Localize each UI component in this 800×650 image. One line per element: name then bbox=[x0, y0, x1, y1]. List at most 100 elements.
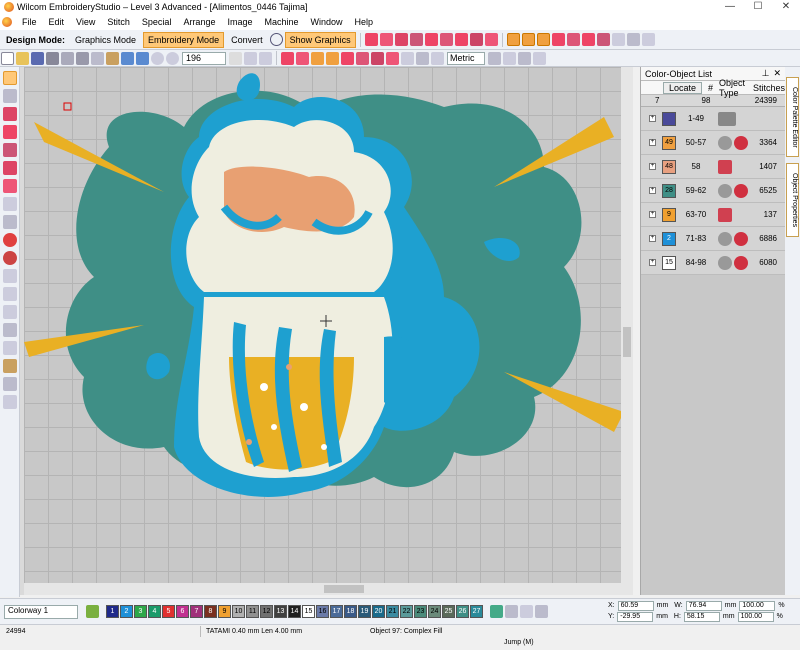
settings-icon[interactable] bbox=[488, 51, 501, 65]
maximize-button[interactable]: ☐ bbox=[744, 0, 772, 14]
stitch-type-icon[interactable] bbox=[469, 33, 483, 46]
3d-icon[interactable] bbox=[611, 33, 625, 46]
document-icon[interactable] bbox=[2, 17, 12, 27]
color-chip[interactable]: 23 bbox=[414, 605, 427, 618]
digitize-icon[interactable] bbox=[3, 161, 17, 175]
expand-icon[interactable]: + bbox=[649, 139, 656, 146]
zoom-out-icon[interactable] bbox=[166, 51, 179, 65]
color-chip[interactable]: 18 bbox=[344, 605, 357, 618]
effect-icon[interactable] bbox=[626, 33, 640, 46]
appliqué-icon[interactable] bbox=[3, 359, 17, 373]
color-chip[interactable]: 21 bbox=[386, 605, 399, 618]
palette-icon[interactable] bbox=[505, 605, 518, 618]
palette-icon[interactable] bbox=[520, 605, 533, 618]
redo-icon[interactable] bbox=[136, 51, 149, 65]
digitize-icon[interactable] bbox=[3, 179, 17, 193]
arc-icon[interactable] bbox=[3, 251, 17, 265]
close-button[interactable]: ✕ bbox=[772, 0, 800, 14]
shape-icon[interactable] bbox=[3, 323, 17, 337]
convert-button[interactable]: Convert bbox=[226, 32, 268, 48]
fill-type-icon[interactable] bbox=[521, 33, 535, 46]
minimize-button[interactable]: — bbox=[716, 0, 744, 14]
cut-icon[interactable] bbox=[76, 51, 89, 65]
view-fills-icon[interactable] bbox=[311, 51, 324, 65]
x-field[interactable]: 60.59 bbox=[617, 600, 654, 611]
lettering-icon[interactable] bbox=[3, 269, 17, 283]
shape-icon[interactable] bbox=[3, 197, 17, 211]
color-chip[interactable]: 2 bbox=[120, 605, 133, 618]
monogram-icon[interactable] bbox=[3, 305, 17, 319]
colorway-select[interactable]: Colorway 1 bbox=[4, 604, 78, 619]
y-field[interactable]: -29.95 bbox=[617, 611, 654, 622]
print-icon[interactable] bbox=[46, 51, 59, 65]
color-chip[interactable]: 14 bbox=[288, 605, 301, 618]
view-outlines-icon[interactable] bbox=[326, 51, 339, 65]
menu-window[interactable]: Window bbox=[305, 17, 349, 27]
view-stitches-icon[interactable] bbox=[281, 51, 294, 65]
color-chip[interactable]: 5 bbox=[162, 605, 175, 618]
select-arrow-icon[interactable] bbox=[3, 71, 17, 85]
color-object-row[interactable]: + 49 50-57 3364 bbox=[641, 131, 785, 155]
reshape-icon[interactable] bbox=[3, 89, 17, 103]
menu-image[interactable]: Image bbox=[221, 17, 258, 27]
color-object-row[interactable]: + 9 63-70 137 bbox=[641, 203, 785, 227]
undo-icon[interactable] bbox=[121, 51, 134, 65]
digitize-icon[interactable] bbox=[3, 107, 17, 121]
add-color-icon[interactable] bbox=[490, 605, 503, 618]
color-chip[interactable]: 12 bbox=[260, 605, 273, 618]
open-folder-icon[interactable] bbox=[16, 51, 29, 65]
menu-stitch[interactable]: Stitch bbox=[101, 17, 136, 27]
copy-icon[interactable] bbox=[91, 51, 104, 65]
palette-icon[interactable] bbox=[535, 605, 548, 618]
settings-icon[interactable] bbox=[518, 51, 531, 65]
team-names-icon[interactable] bbox=[3, 287, 17, 301]
locate-button[interactable]: Locate bbox=[663, 81, 703, 94]
color-chip[interactable]: 10 bbox=[232, 605, 245, 618]
preview-icon[interactable] bbox=[61, 51, 74, 65]
pattern-icon[interactable] bbox=[3, 377, 17, 391]
color-chip[interactable]: 4 bbox=[148, 605, 161, 618]
expand-icon[interactable]: + bbox=[649, 235, 656, 242]
units-select[interactable]: Metric bbox=[447, 51, 485, 65]
color-object-row[interactable]: + 1-49 bbox=[641, 107, 785, 131]
pattern-icon[interactable] bbox=[3, 395, 17, 409]
color-object-row[interactable]: + 15 84-98 6080 bbox=[641, 251, 785, 275]
color-chip[interactable]: 16 bbox=[316, 605, 329, 618]
color-object-row[interactable]: + 48 58 1407 bbox=[641, 155, 785, 179]
view-icon[interactable] bbox=[356, 51, 369, 65]
color-chip[interactable]: 20 bbox=[372, 605, 385, 618]
stitch-type-icon[interactable] bbox=[379, 33, 393, 46]
digitize-icon[interactable] bbox=[3, 125, 17, 139]
color-chip[interactable]: 25 bbox=[442, 605, 455, 618]
color-chip[interactable]: 6 bbox=[176, 605, 189, 618]
color-chip[interactable]: 9 bbox=[218, 605, 231, 618]
menu-machine[interactable]: Machine bbox=[258, 17, 304, 27]
width-percent-field[interactable]: 100.00 bbox=[739, 600, 776, 611]
stitch-type-icon[interactable] bbox=[439, 33, 453, 46]
color-object-row[interactable]: + 2 71-83 6886 bbox=[641, 227, 785, 251]
color-chip[interactable]: 7 bbox=[190, 605, 203, 618]
vertical-scrollbar[interactable] bbox=[621, 67, 633, 595]
graphics-mode-button[interactable]: Graphics Mode bbox=[70, 32, 141, 48]
view-icon[interactable] bbox=[431, 51, 444, 65]
expand-icon[interactable]: + bbox=[649, 115, 656, 122]
view-icon[interactable] bbox=[341, 51, 354, 65]
color-chip[interactable]: 17 bbox=[330, 605, 343, 618]
view-icon[interactable] bbox=[401, 51, 414, 65]
zoom-level-input[interactable]: 196 bbox=[182, 51, 226, 65]
fill-type-icon[interactable] bbox=[506, 33, 520, 46]
settings-icon[interactable] bbox=[533, 51, 546, 65]
embroidery-mode-button[interactable]: Embroidery Mode bbox=[143, 31, 225, 48]
color-chip[interactable]: 26 bbox=[456, 605, 469, 618]
color-chip[interactable]: 22 bbox=[400, 605, 413, 618]
expand-icon[interactable]: + bbox=[649, 163, 656, 170]
stitch-type-icon[interactable] bbox=[364, 33, 378, 46]
menu-help[interactable]: Help bbox=[349, 17, 380, 27]
new-file-icon[interactable] bbox=[1, 51, 14, 65]
color-object-row[interactable]: + 28 59-62 6525 bbox=[641, 179, 785, 203]
height-field[interactable]: 58.15 bbox=[683, 611, 720, 622]
stitch-type-icon[interactable] bbox=[394, 33, 408, 46]
colorway-options-icon[interactable] bbox=[86, 605, 99, 618]
menu-arrange[interactable]: Arrange bbox=[177, 17, 221, 27]
view-icon[interactable] bbox=[386, 51, 399, 65]
